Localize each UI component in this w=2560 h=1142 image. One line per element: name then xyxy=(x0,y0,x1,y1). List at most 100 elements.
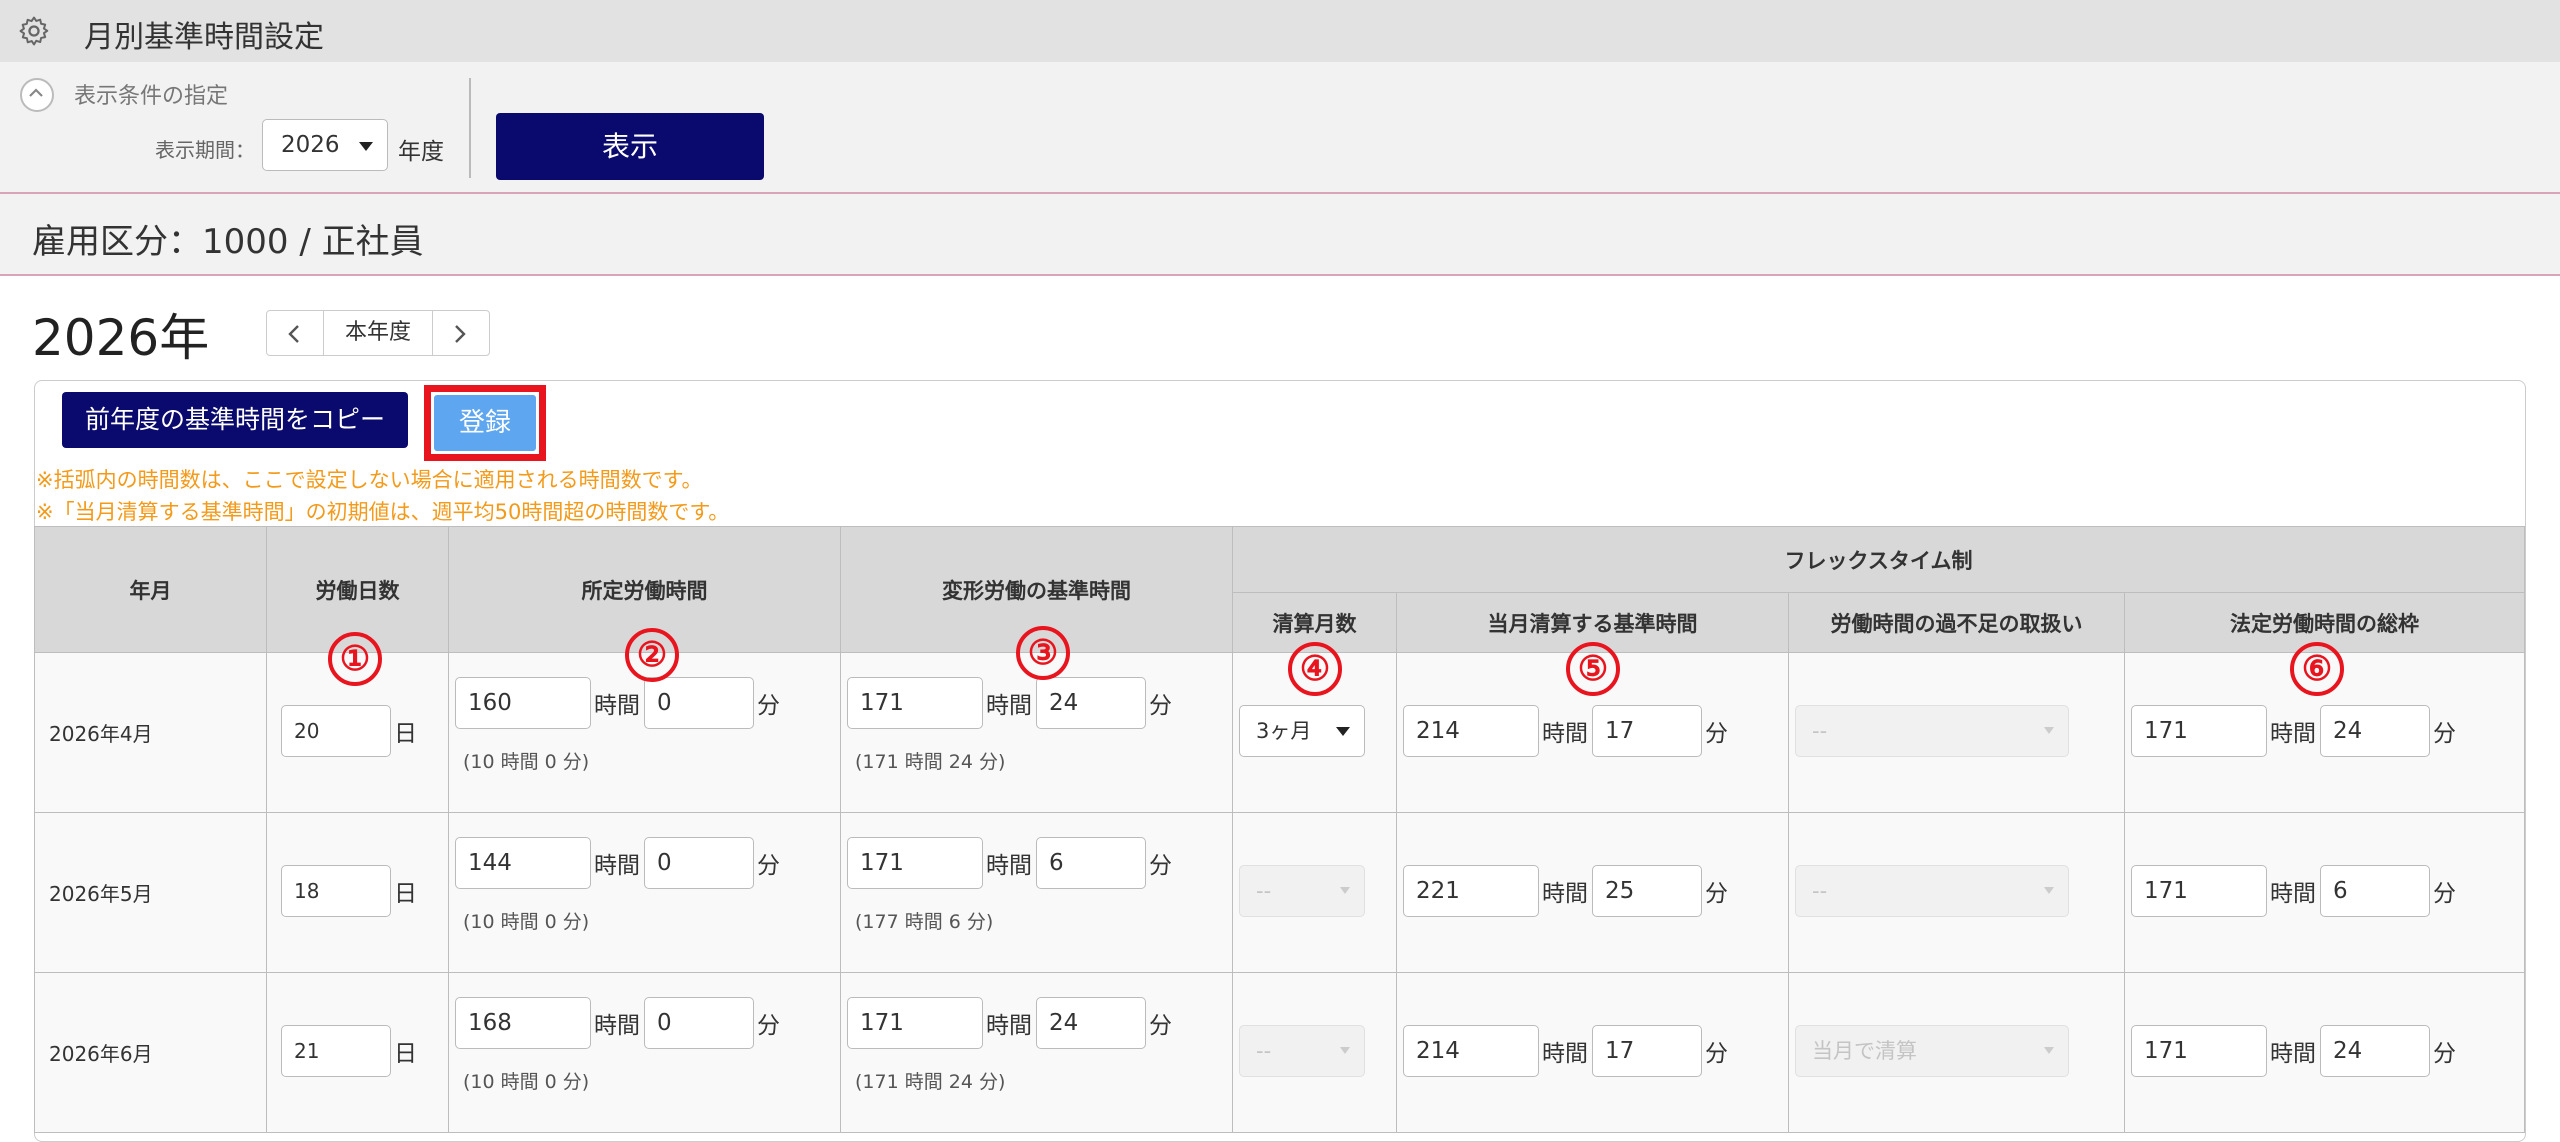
legal-total-minutes-input[interactable]: 6 xyxy=(2320,865,2430,917)
month-settle-hours-input[interactable]: 221 xyxy=(1403,865,1539,917)
caret-down-icon xyxy=(1336,727,1350,736)
shortage-cell: -- xyxy=(1788,812,2125,973)
variable-time-hours-input[interactable]: 171 xyxy=(847,997,983,1049)
marker-2: ② xyxy=(625,628,679,682)
next-year-button[interactable] xyxy=(432,311,489,355)
variable-time-minutes-input[interactable]: 6 xyxy=(1036,837,1146,889)
month-settle-cell: 214 時間 17 分 xyxy=(1396,972,1789,1133)
scheduled-time-default-text: (10 時間 0 分) xyxy=(463,751,590,773)
scheduled-time-hours-input[interactable]: 160 xyxy=(455,677,591,729)
period-label: 表示期間： xyxy=(155,138,255,162)
year-select[interactable]: 2026 xyxy=(262,119,388,171)
shortage-cell: 当月で清算 xyxy=(1788,972,2125,1133)
table-row: 2026年5月 18 日 144 時間 0 分 (10 時間 0 分) 171 時間 6 分 (177 … xyxy=(34,812,2526,973)
work-days-input[interactable]: 18 xyxy=(281,865,391,917)
scheduled-time-default-text: (10 時間 0 分) xyxy=(463,1071,590,1093)
month-settle-minutes-input[interactable]: 25 xyxy=(1592,865,1702,917)
collapse-toggle[interactable] xyxy=(20,78,54,112)
scheduled-time-minutes-input[interactable]: 0 xyxy=(644,997,754,1049)
legal-total-cell: 171 時間 6 分 xyxy=(2123,812,2526,973)
settle-months-select[interactable]: 3ヶ月 xyxy=(1239,705,1365,757)
hour-unit-label: 時間 xyxy=(594,853,640,879)
scheduled-time-default-text: (10 時間 0 分) xyxy=(463,911,590,933)
month-settle-minutes-input[interactable]: 17 xyxy=(1592,1025,1702,1077)
shortage-select: 当月で清算 xyxy=(1795,1025,2069,1077)
hour-unit-label: 時間 xyxy=(986,693,1032,719)
marker-4: ④ xyxy=(1288,642,1342,696)
legal-total-minutes-input[interactable]: 24 xyxy=(2320,705,2430,757)
minute-unit-label: 分 xyxy=(757,853,780,879)
variable-time-default-text: (171 時間 24 分) xyxy=(855,751,1006,773)
minute-unit-label: 分 xyxy=(1149,1013,1172,1039)
scheduled-time-minutes-input[interactable]: 0 xyxy=(644,837,754,889)
scheduled-time: 168 時間 0 分 (10 時間 0 分) xyxy=(448,972,841,1133)
caret-down-icon xyxy=(2044,727,2054,734)
marker-5: ⑤ xyxy=(1566,642,1620,696)
month-cell: 2026年4月 xyxy=(34,652,267,813)
year-heading: 2026年 xyxy=(32,309,210,367)
gear-icon xyxy=(19,16,49,46)
employment-label: 雇用区分：1000 / 正社員 xyxy=(32,222,424,262)
page-title: 月別基準時間設定 xyxy=(84,20,324,55)
scheduled-time-hours-input[interactable]: 168 xyxy=(455,997,591,1049)
register-button[interactable]: 登録 xyxy=(434,395,536,451)
header-flex: フレックスタイム制 xyxy=(1231,526,2526,593)
month-cell: 2026年6月 xyxy=(34,972,267,1133)
current-year-button[interactable]: 本年度 xyxy=(324,311,432,355)
employment-band: 雇用区分：1000 / 正社員 xyxy=(0,194,2560,276)
legal-total-minutes-input[interactable]: 24 xyxy=(2320,1025,2430,1077)
legal-total-hours-input[interactable]: 171 xyxy=(2131,705,2267,757)
caret-down-icon xyxy=(2044,887,2054,894)
legal-total-hours-input[interactable]: 171 xyxy=(2131,865,2267,917)
minute-unit-label: 分 xyxy=(1705,1041,1728,1067)
shortage-select-value: 当月で清算 xyxy=(1812,1039,1917,1063)
copy-previous-year-button[interactable]: 前年度の基準時間をコピー xyxy=(62,392,408,448)
work-days-input[interactable]: 20 xyxy=(281,705,391,757)
hour-unit-label: 時間 xyxy=(1542,881,1588,907)
caret-down-icon xyxy=(1340,887,1350,894)
month-settle-hours-input[interactable]: 214 xyxy=(1403,705,1539,757)
month-settle-minutes-input[interactable]: 17 xyxy=(1592,705,1702,757)
work-days-cell: 18 日 xyxy=(266,812,449,973)
display-conditions: 表示条件の指定 表示期間： 2026 年度 表示 xyxy=(0,62,2560,194)
settle-months-cell: -- xyxy=(1232,812,1397,973)
show-button[interactable]: 表示 xyxy=(496,113,764,180)
hour-unit-label: 時間 xyxy=(986,853,1032,879)
year-select-value: 2026 xyxy=(281,132,340,158)
hour-unit-label: 時間 xyxy=(594,1013,640,1039)
minute-unit-label: 分 xyxy=(757,693,780,719)
day-unit-label: 日 xyxy=(394,721,417,747)
minute-unit-label: 分 xyxy=(2433,881,2456,907)
monthly-table: 年月 労働日数 所定労働時間 変形労働の基準時間 フレックスタイム制 清算月数 … xyxy=(34,526,2526,1133)
work-days-input[interactable]: 21 xyxy=(281,1025,391,1077)
minute-unit-label: 分 xyxy=(2433,1041,2456,1067)
marker-3: ③ xyxy=(1016,626,1070,680)
variable-time-default-text: (177 時間 6 分) xyxy=(855,911,994,933)
legal-total-hours-input[interactable]: 171 xyxy=(2131,1025,2267,1077)
variable-time: 171 時間 6 分 (177 時間 6 分) xyxy=(840,812,1233,973)
chevron-up-icon xyxy=(29,88,43,97)
shortage-cell: -- xyxy=(1788,652,2125,813)
variable-time-hours-input[interactable]: 171 xyxy=(847,677,983,729)
variable-time-hours-input[interactable]: 171 xyxy=(847,837,983,889)
scheduled-time: 144 時間 0 分 (10 時間 0 分) xyxy=(448,812,841,973)
variable-time-minutes-input[interactable]: 24 xyxy=(1036,677,1146,729)
note-1: ※括弧内の時間数は、ここで設定しない場合に適用される時間数です。 xyxy=(36,468,703,492)
scheduled-time-minutes-input[interactable]: 0 xyxy=(644,677,754,729)
divider xyxy=(469,78,471,178)
marker-6: ⑥ xyxy=(2290,642,2344,696)
variable-time-minutes-input[interactable]: 24 xyxy=(1036,997,1146,1049)
month-settle-cell: 221 時間 25 分 xyxy=(1396,812,1789,973)
settle-months-select: -- xyxy=(1239,865,1365,917)
shortage-select: -- xyxy=(1795,705,2069,757)
year-suffix: 年度 xyxy=(398,139,444,165)
caret-down-icon xyxy=(359,142,373,151)
header-shortage: 労働時間の過不足の取扱い xyxy=(1788,592,2125,653)
settle-months-select: -- xyxy=(1239,1025,1365,1077)
chevron-left-icon xyxy=(288,325,299,343)
settle-months-cell: -- xyxy=(1232,972,1397,1133)
prev-year-button[interactable] xyxy=(267,311,324,355)
month-settle-hours-input[interactable]: 214 xyxy=(1403,1025,1539,1077)
scheduled-time-hours-input[interactable]: 144 xyxy=(455,837,591,889)
day-unit-label: 日 xyxy=(394,881,417,907)
